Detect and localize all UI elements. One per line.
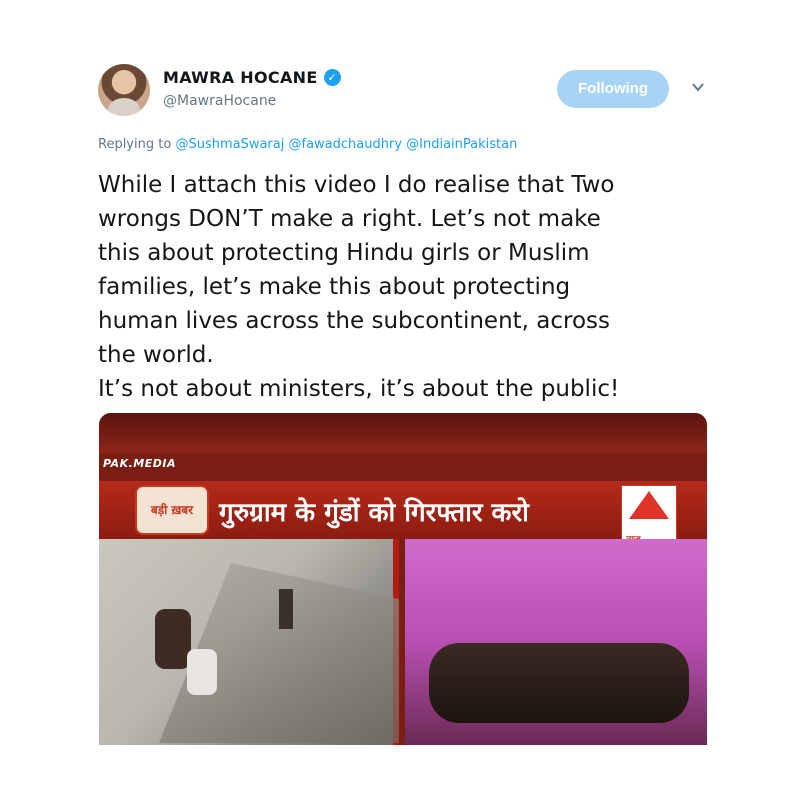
video-top-bar bbox=[99, 413, 707, 453]
following-button[interactable]: Following bbox=[557, 70, 669, 108]
video-headline: गुरुग्राम के गुंडों को गिरफ्तार करो bbox=[219, 498, 529, 528]
mention-link[interactable]: @IndiainPakistan bbox=[406, 137, 517, 152]
chevron-down-icon[interactable] bbox=[691, 80, 705, 94]
video-figure bbox=[279, 589, 293, 629]
channel-logo-icon bbox=[629, 491, 669, 519]
replying-to: Replying to @SushmaSwaraj @fawadchaudhry… bbox=[98, 137, 517, 152]
video-figure bbox=[187, 649, 217, 695]
mention-link[interactable]: @fawadchaudhry bbox=[289, 137, 403, 152]
news-badge: बड़ी ख़बर bbox=[135, 485, 209, 535]
author-name-row: MAWRA HOCANE ✓ bbox=[163, 68, 341, 87]
video-media[interactable]: PAK.MEDIA बड़ी ख़बर गुरुग्राम के गुंडों … bbox=[99, 413, 707, 745]
mention-link[interactable]: @SushmaSwaraj bbox=[175, 137, 284, 152]
tweet-text: While I attach this video I do realise t… bbox=[98, 172, 620, 402]
display-name[interactable]: MAWRA HOCANE bbox=[163, 68, 318, 87]
replying-to-label: Replying to bbox=[98, 137, 172, 152]
user-handle[interactable]: @MawraHocane bbox=[163, 93, 276, 109]
avatar[interactable] bbox=[98, 64, 150, 116]
verified-badge-icon: ✓ bbox=[323, 69, 341, 86]
tweet-card: MAWRA HOCANE ✓ @MawraHocane Following Re… bbox=[0, 0, 800, 800]
video-brand-label: PAK.MEDIA bbox=[103, 457, 176, 470]
video-right-subject bbox=[429, 643, 689, 723]
news-badge-label: बड़ी ख़बर bbox=[150, 503, 194, 517]
video-figure bbox=[155, 609, 191, 669]
